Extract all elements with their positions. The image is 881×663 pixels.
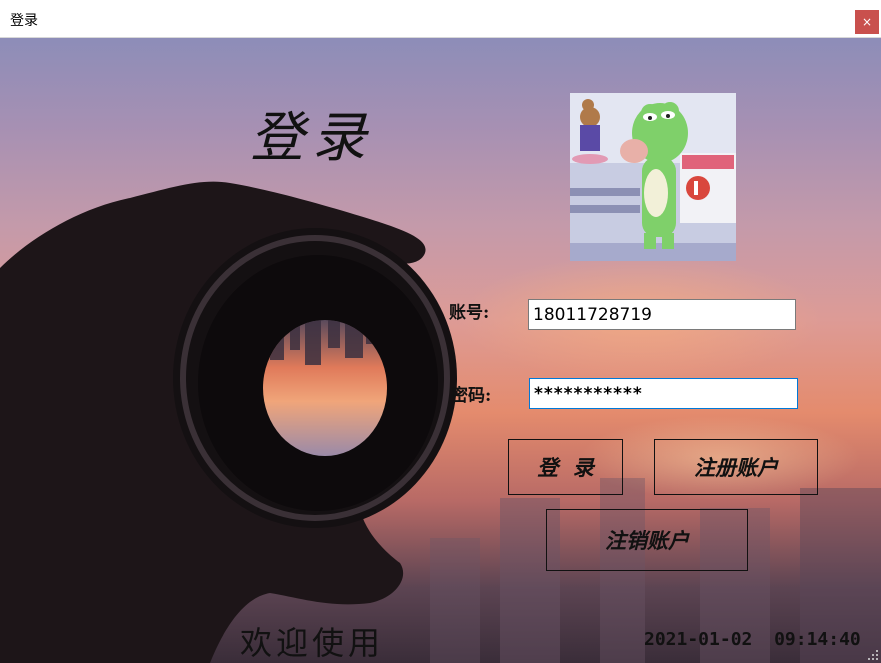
welcome-text: 欢迎使用 <box>240 624 385 662</box>
cancel-account-button[interactable]: 注销账户 <box>546 509 748 571</box>
time-text: 09:14:40 <box>774 629 861 650</box>
account-input[interactable] <box>528 299 796 330</box>
register-button-label: 注册账户 <box>694 455 778 480</box>
register-button[interactable]: 注册账户 <box>654 439 818 495</box>
cartoon-frog-avatar-icon <box>570 93 736 261</box>
clock: 2021-01-02 09:14:40 <box>644 629 861 650</box>
avatar <box>570 93 736 261</box>
date-text: 2021-01-02 <box>644 629 753 650</box>
close-button[interactable]: × <box>855 10 879 34</box>
password-input[interactable] <box>529 378 798 409</box>
password-label: 密码: <box>451 386 492 406</box>
page-title: 登录 <box>250 106 374 169</box>
login-button[interactable]: 登 录 <box>508 439 623 495</box>
title-bar: 登录 × <box>0 0 881 38</box>
background-photo <box>0 181 881 663</box>
login-button-label: 登 录 <box>537 455 594 480</box>
window-title: 登录 <box>10 13 38 29</box>
resize-grip-icon[interactable] <box>867 649 879 661</box>
account-label: 账号: <box>449 303 490 323</box>
cancel-account-button-label: 注销账户 <box>605 528 689 553</box>
login-form: 登录 账号: 18011728719 密码: *********** 登 录 注… <box>0 38 881 663</box>
